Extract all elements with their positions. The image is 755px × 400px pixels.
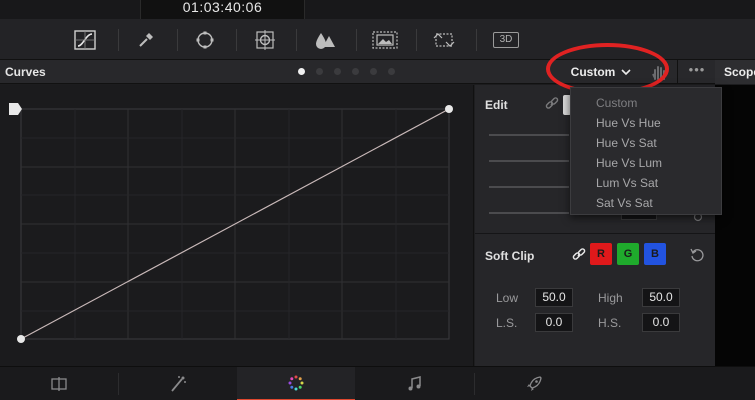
edit-slider-track[interactable]	[489, 186, 569, 188]
curve-point-black[interactable]	[17, 335, 25, 343]
fusion-page-icon	[51, 377, 67, 391]
menu-item-hue-vs-sat[interactable]: Hue Vs Sat	[571, 133, 721, 153]
page-dot[interactable]	[370, 68, 377, 75]
menu-item-custom[interactable]: Custom	[571, 93, 721, 113]
menu-item-hue-vs-hue[interactable]: Hue Vs Hue	[571, 113, 721, 133]
low-field[interactable]: 50.0	[535, 288, 573, 307]
key-icon[interactable]	[367, 26, 403, 54]
scopes-tab[interactable]: Scopes	[715, 60, 755, 84]
ls-label: L.S.	[496, 316, 518, 330]
high-label: High	[598, 291, 623, 305]
page-dots	[298, 68, 395, 75]
red-channel-button[interactable]: R	[590, 243, 612, 265]
timecode-display: 01:03:40:06	[182, 0, 263, 15]
curve-graph[interactable]	[0, 85, 474, 366]
panel-title: Curves	[5, 65, 46, 79]
timecode-box: 01:03:40:06	[140, 0, 305, 19]
page-navigation-bar	[0, 366, 755, 400]
qualifier-eyedropper-icon[interactable]	[128, 26, 164, 54]
color-page-tab[interactable]	[237, 367, 355, 400]
edit-slider-track[interactable]	[489, 134, 569, 136]
page-dot[interactable]	[316, 68, 323, 75]
low-label: Low	[496, 291, 519, 305]
deliver-page-icon	[527, 376, 542, 391]
blur-icon[interactable]	[307, 26, 343, 54]
page-dot[interactable]	[352, 68, 359, 75]
green-channel-button[interactable]: G	[617, 243, 639, 265]
curve-point-white[interactable]	[445, 105, 453, 113]
hs-label: H.S.	[598, 316, 622, 330]
fairlight-page-icon	[408, 376, 421, 391]
menu-item-hue-vs-lum[interactable]: Hue Vs Lum	[571, 153, 721, 173]
color-page-icon	[288, 375, 304, 391]
link-icon[interactable]	[572, 248, 586, 267]
page-dot[interactable]	[388, 68, 395, 75]
deliver-page-tab[interactable]	[475, 367, 593, 400]
page-dot[interactable]	[298, 68, 305, 75]
edit-slider-track[interactable]	[489, 160, 569, 162]
color-wheels-page-icon	[171, 376, 186, 392]
tracker-icon[interactable]	[247, 26, 283, 54]
soft-clip-label: Soft Clip	[485, 249, 535, 263]
menu-item-sat-vs-sat[interactable]: Sat Vs Sat	[571, 193, 721, 213]
reset-icon[interactable]	[689, 247, 705, 268]
top-strip: 01:03:40:06	[0, 0, 755, 19]
curve-handle-icon[interactable]	[9, 103, 22, 115]
ls-field[interactable]: 0.0	[535, 313, 573, 332]
sizing-icon[interactable]	[426, 26, 462, 54]
high-field[interactable]: 50.0	[642, 288, 680, 307]
edit-label: Edit	[485, 98, 508, 112]
curve-editor[interactable]	[0, 85, 474, 366]
edit-slider-track[interactable]	[489, 212, 569, 214]
3d-icon[interactable]: 3D	[488, 26, 524, 54]
hs-field[interactable]: 0.0	[642, 313, 680, 332]
window-icon[interactable]	[187, 26, 223, 54]
color-wheels-page-tab[interactable]	[119, 367, 237, 400]
menu-item-lum-vs-sat[interactable]: Lum Vs Sat	[571, 173, 721, 193]
link-icon[interactable]	[545, 97, 559, 116]
page-dot[interactable]	[334, 68, 341, 75]
curve-mode-menu: Custom Hue Vs Hue Hue Vs Sat Hue Vs Lum Lum …	[570, 87, 722, 215]
fairlight-page-tab[interactable]	[356, 367, 474, 400]
fusion-page-tab[interactable]	[0, 367, 118, 400]
more-options-button[interactable]: •••	[681, 62, 713, 82]
curves-tool-icon[interactable]	[67, 26, 103, 54]
blue-channel-button[interactable]: B	[644, 243, 666, 265]
